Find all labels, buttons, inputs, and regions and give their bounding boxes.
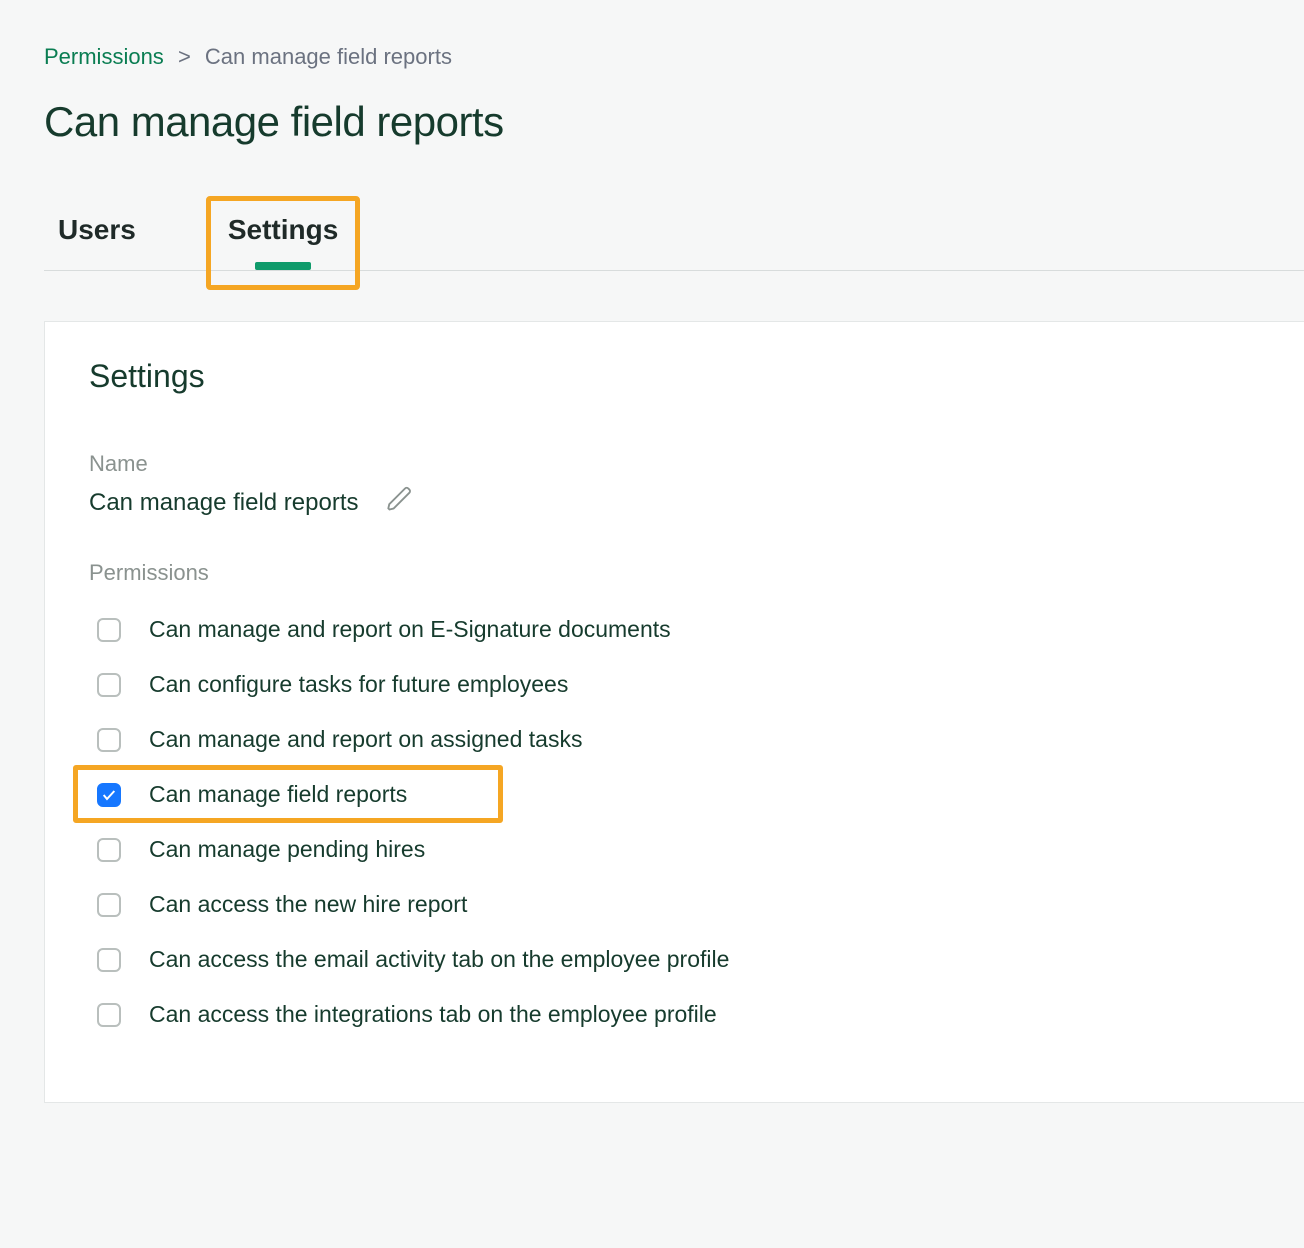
name-label: Name bbox=[89, 451, 1260, 477]
breadcrumb-link-permissions[interactable]: Permissions bbox=[44, 44, 164, 69]
permission-row[interactable]: Can manage field reports bbox=[89, 767, 1260, 822]
permission-row[interactable]: Can access the new hire report bbox=[89, 877, 1260, 932]
pencil-icon[interactable] bbox=[386, 485, 414, 520]
permission-label: Can manage and report on E-Signature doc… bbox=[149, 616, 671, 643]
name-value: Can manage field reports bbox=[89, 489, 358, 517]
permissions-label: Permissions bbox=[89, 560, 1260, 586]
name-row: Can manage field reports bbox=[89, 485, 1260, 520]
checkbox[interactable] bbox=[97, 948, 121, 972]
checkbox[interactable] bbox=[97, 893, 121, 917]
checkbox[interactable] bbox=[97, 673, 121, 697]
page-title: Can manage field reports bbox=[44, 98, 1304, 146]
breadcrumb-separator: > bbox=[178, 44, 191, 69]
panel-heading: Settings bbox=[89, 358, 1260, 395]
checkbox[interactable] bbox=[97, 783, 121, 807]
breadcrumb: Permissions > Can manage field reports bbox=[44, 44, 1304, 70]
permission-label: Can manage and report on assigned tasks bbox=[149, 726, 582, 753]
permissions-list: Can manage and report on E-Signature doc… bbox=[89, 602, 1260, 1042]
permission-label: Can access the email activity tab on the… bbox=[149, 946, 729, 973]
checkbox[interactable] bbox=[97, 618, 121, 642]
permission-label: Can access the integrations tab on the e… bbox=[149, 1001, 717, 1028]
permission-row[interactable]: Can access the email activity tab on the… bbox=[89, 932, 1260, 987]
permission-row[interactable]: Can manage and report on assigned tasks bbox=[89, 712, 1260, 767]
permission-label: Can manage pending hires bbox=[149, 836, 425, 863]
permission-row[interactable]: Can manage and report on E-Signature doc… bbox=[89, 602, 1260, 657]
breadcrumb-current: Can manage field reports bbox=[205, 44, 452, 69]
tab-users[interactable]: Users bbox=[48, 202, 146, 270]
checkbox[interactable] bbox=[97, 1003, 121, 1027]
permission-label: Can manage field reports bbox=[149, 781, 407, 808]
permission-row[interactable]: Can configure tasks for future employees bbox=[89, 657, 1260, 712]
checkbox[interactable] bbox=[97, 838, 121, 862]
tab-settings[interactable]: Settings bbox=[218, 202, 348, 270]
permission-row[interactable]: Can access the integrations tab on the e… bbox=[89, 987, 1260, 1042]
permission-label: Can configure tasks for future employees bbox=[149, 671, 568, 698]
permission-label: Can access the new hire report bbox=[149, 891, 467, 918]
checkbox[interactable] bbox=[97, 728, 121, 752]
permission-row[interactable]: Can manage pending hires bbox=[89, 822, 1260, 877]
settings-panel: Settings Name Can manage field reports P… bbox=[44, 321, 1304, 1103]
tabs: Users Settings bbox=[44, 202, 1304, 271]
